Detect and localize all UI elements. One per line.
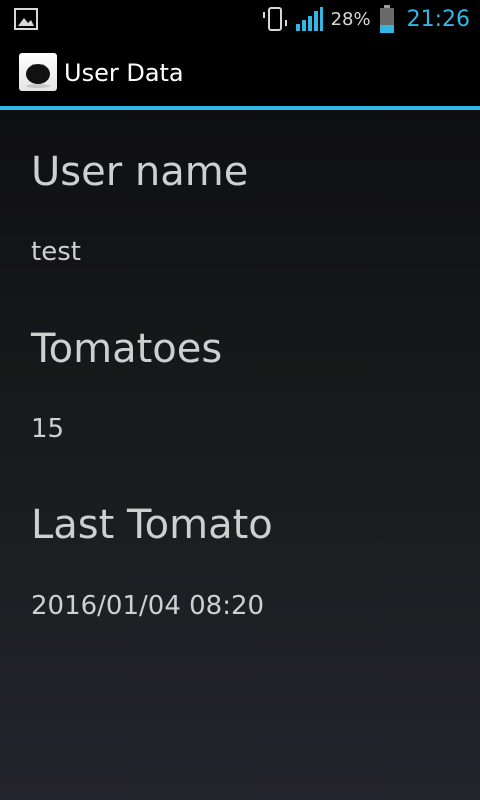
vibrate-icon bbox=[262, 7, 287, 31]
screen: 28% 21:26 User Data User name test Tomat… bbox=[0, 0, 480, 800]
battery-icon bbox=[379, 5, 394, 33]
last-tomato-value: 2016/01/04 08:20 bbox=[31, 591, 265, 621]
user-name-value: test bbox=[31, 237, 81, 267]
tomato-app-icon[interactable] bbox=[19, 53, 57, 91]
status-time: 21:26 bbox=[406, 6, 470, 32]
signal-strength-icon bbox=[295, 7, 323, 31]
user-name-label: User name bbox=[31, 149, 249, 195]
status-indicators: 28% 21:26 bbox=[261, 0, 470, 38]
tomatoes-value: 15 bbox=[31, 414, 65, 444]
action-bar: User Data bbox=[0, 38, 480, 110]
image-notification-icon bbox=[14, 8, 38, 30]
tomatoes-label: Tomatoes bbox=[31, 326, 223, 372]
battery-percent: 28% bbox=[330, 8, 371, 30]
status-bar: 28% 21:26 bbox=[0, 0, 480, 38]
page-title: User Data bbox=[64, 59, 184, 87]
last-tomato-label: Last Tomato bbox=[31, 502, 273, 548]
